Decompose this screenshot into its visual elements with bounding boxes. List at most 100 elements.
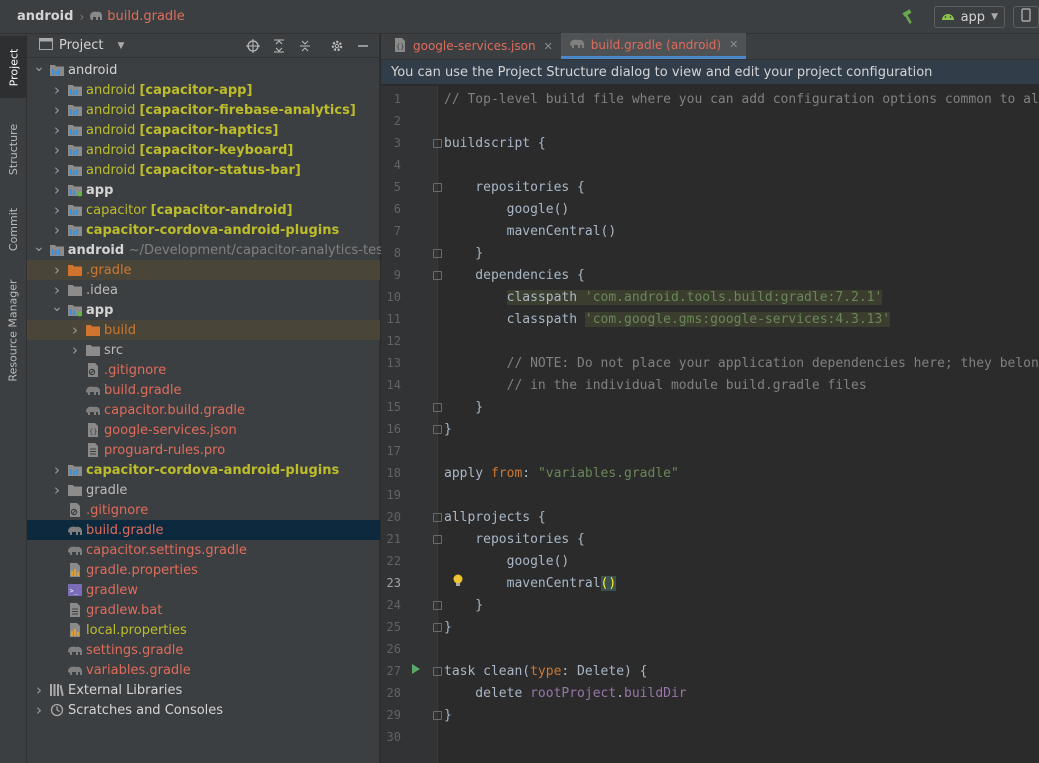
tree-row[interactable]: › .gradle bbox=[27, 260, 380, 280]
chevron-right-icon[interactable]: › bbox=[69, 340, 81, 360]
code-line[interactable]: 2 bbox=[381, 110, 1039, 132]
code-line[interactable]: 28 delete rootProject.buildDir bbox=[381, 682, 1039, 704]
chevron-right-icon[interactable]: › bbox=[51, 180, 63, 200]
chevron-right-icon[interactable]: › bbox=[51, 220, 63, 240]
tree-row[interactable]: › android [capacitor-firebase-analytics] bbox=[27, 100, 380, 120]
tool-window-commit[interactable]: Commit bbox=[0, 196, 27, 262]
tool-window-resource-manager[interactable]: Resource Manager bbox=[0, 274, 27, 386]
code-line[interactable]: 26 bbox=[381, 638, 1039, 660]
fold-marker-icon[interactable] bbox=[433, 270, 442, 280]
chevron-right-icon[interactable]: › bbox=[51, 80, 63, 100]
fold-marker-icon[interactable] bbox=[433, 138, 442, 148]
collapse-all-icon[interactable] bbox=[297, 38, 313, 54]
fold-marker-icon[interactable] bbox=[433, 182, 442, 192]
code-line[interactable]: 16} bbox=[381, 418, 1039, 440]
expand-all-icon[interactable] bbox=[271, 38, 287, 54]
build-hammer-icon[interactable] bbox=[900, 8, 918, 26]
code-line[interactable]: 18 apply from: "variables.gradle" bbox=[381, 462, 1039, 484]
tree-row[interactable]: .gitignore bbox=[27, 360, 380, 380]
editor-tab[interactable]: build.gradle (android) ✕ bbox=[560, 33, 747, 59]
tree-row[interactable]: ⌄ android bbox=[27, 57, 380, 80]
tree-row[interactable]: › android [capacitor-app] bbox=[27, 80, 380, 100]
chevron-right-icon[interactable]: › bbox=[51, 100, 63, 120]
chevron-right-icon[interactable]: › bbox=[69, 320, 81, 340]
code-line[interactable]: 25} bbox=[381, 616, 1039, 638]
chevron-down-icon[interactable]: ⌄ bbox=[33, 57, 45, 77]
locate-file-icon[interactable] bbox=[245, 38, 261, 54]
code-editor[interactable]: 1 // Top-level build file where you can a… bbox=[381, 86, 1039, 763]
breadcrumb-file[interactable]: build.gradle bbox=[107, 9, 185, 24]
tree-row[interactable]: › build bbox=[27, 320, 380, 340]
run-gutter-icon[interactable] bbox=[411, 663, 421, 679]
tree-row[interactable]: › capacitor-cordova-android-plugins bbox=[27, 460, 380, 480]
chevron-down-icon[interactable]: ▼ bbox=[117, 41, 124, 51]
tree-row[interactable]: local.properties bbox=[27, 620, 380, 640]
tool-window-structure[interactable]: Structure bbox=[0, 112, 27, 186]
close-icon[interactable]: ✕ bbox=[544, 40, 553, 53]
code-line[interactable]: 22 google() bbox=[381, 550, 1039, 572]
code-line[interactable]: 17 bbox=[381, 440, 1039, 462]
fold-marker-icon[interactable] bbox=[433, 666, 442, 676]
tree-row[interactable]: › .idea bbox=[27, 280, 380, 300]
close-icon[interactable]: ✕ bbox=[729, 38, 738, 51]
device-select-button[interactable] bbox=[1013, 6, 1039, 28]
chevron-down-icon[interactable]: ⌄ bbox=[33, 237, 45, 257]
code-line[interactable]: 21 repositories { bbox=[381, 528, 1039, 550]
tree-row[interactable]: {} google-services.json bbox=[27, 420, 380, 440]
code-line[interactable]: 29} bbox=[381, 704, 1039, 726]
fold-marker-icon[interactable] bbox=[433, 424, 442, 434]
fold-marker-icon[interactable] bbox=[433, 402, 442, 412]
code-line[interactable]: 27 task clean(type: Delete) { bbox=[381, 660, 1039, 682]
code-line[interactable]: 30 bbox=[381, 726, 1039, 748]
tool-window-project[interactable]: Project bbox=[0, 36, 27, 98]
chevron-right-icon[interactable]: › bbox=[33, 700, 45, 720]
fold-marker-icon[interactable] bbox=[433, 600, 442, 610]
tree-row[interactable]: gradlew.bat bbox=[27, 600, 380, 620]
tree-row[interactable]: › android [capacitor-haptics] bbox=[27, 120, 380, 140]
tree-row[interactable]: settings.gradle bbox=[27, 640, 380, 660]
project-view-title[interactable]: Project bbox=[59, 38, 103, 53]
chevron-right-icon[interactable]: › bbox=[51, 260, 63, 280]
code-line[interactable]: 10 classpath 'com.android.tools.build:gr… bbox=[381, 286, 1039, 308]
tree-row[interactable]: build.gradle bbox=[27, 380, 380, 400]
code-line[interactable]: 15 } bbox=[381, 396, 1039, 418]
tree-row[interactable]: capacitor.build.gradle bbox=[27, 400, 380, 420]
code-line[interactable]: 20 allprojects { bbox=[381, 506, 1039, 528]
tree-row[interactable]: › android [capacitor-status-bar] bbox=[27, 160, 380, 180]
breadcrumb-root[interactable]: android bbox=[17, 9, 73, 24]
tree-row[interactable]: variables.gradle bbox=[27, 660, 380, 680]
code-line[interactable]: 5 repositories { bbox=[381, 176, 1039, 198]
tree-row[interactable]: › Scratches and Consoles bbox=[27, 700, 380, 720]
run-configuration-select[interactable]: app ▼ bbox=[933, 6, 1005, 28]
gear-icon[interactable] bbox=[329, 38, 345, 54]
tree-row[interactable]: › gradle bbox=[27, 480, 380, 500]
code-line[interactable]: 13 // NOTE: Do not place your applicatio… bbox=[381, 352, 1039, 374]
code-line[interactable]: 1 // Top-level build file where you can a… bbox=[381, 88, 1039, 110]
code-line[interactable]: 7 mavenCentral() bbox=[381, 220, 1039, 242]
chevron-right-icon[interactable]: › bbox=[51, 120, 63, 140]
code-line[interactable]: 3 buildscript { bbox=[381, 132, 1039, 154]
tree-row[interactable]: ⌄ app bbox=[27, 297, 380, 320]
tree-row[interactable]: › app bbox=[27, 180, 380, 200]
chevron-right-icon[interactable]: › bbox=[51, 460, 63, 480]
chevron-right-icon[interactable]: › bbox=[33, 680, 45, 700]
chevron-right-icon[interactable]: › bbox=[51, 140, 63, 160]
fold-marker-icon[interactable] bbox=[433, 622, 442, 632]
tree-row[interactable]: >_ gradlew bbox=[27, 580, 380, 600]
fold-marker-icon[interactable] bbox=[433, 248, 442, 258]
fold-marker-icon[interactable] bbox=[433, 710, 442, 720]
chevron-down-icon[interactable]: ⌄ bbox=[51, 297, 63, 317]
chevron-right-icon[interactable]: › bbox=[51, 160, 63, 180]
tree-row[interactable]: proguard-rules.pro bbox=[27, 440, 380, 460]
tree-row[interactable]: .gitignore bbox=[27, 500, 380, 520]
code-line[interactable]: 14 // in the individual module build.gra… bbox=[381, 374, 1039, 396]
tree-row[interactable]: build.gradle bbox=[27, 520, 380, 540]
tree-row[interactable]: gradle.properties bbox=[27, 560, 380, 580]
minimize-icon[interactable] bbox=[355, 38, 371, 54]
tree-row[interactable]: › src bbox=[27, 340, 380, 360]
code-line[interactable]: 11 classpath 'com.google.gms:google-serv… bbox=[381, 308, 1039, 330]
chevron-right-icon[interactable]: › bbox=[51, 480, 63, 500]
tree-row[interactable]: capacitor.settings.gradle bbox=[27, 540, 380, 560]
code-line[interactable]: 4 bbox=[381, 154, 1039, 176]
tree-row[interactable]: › capacitor-cordova-android-plugins bbox=[27, 220, 380, 240]
